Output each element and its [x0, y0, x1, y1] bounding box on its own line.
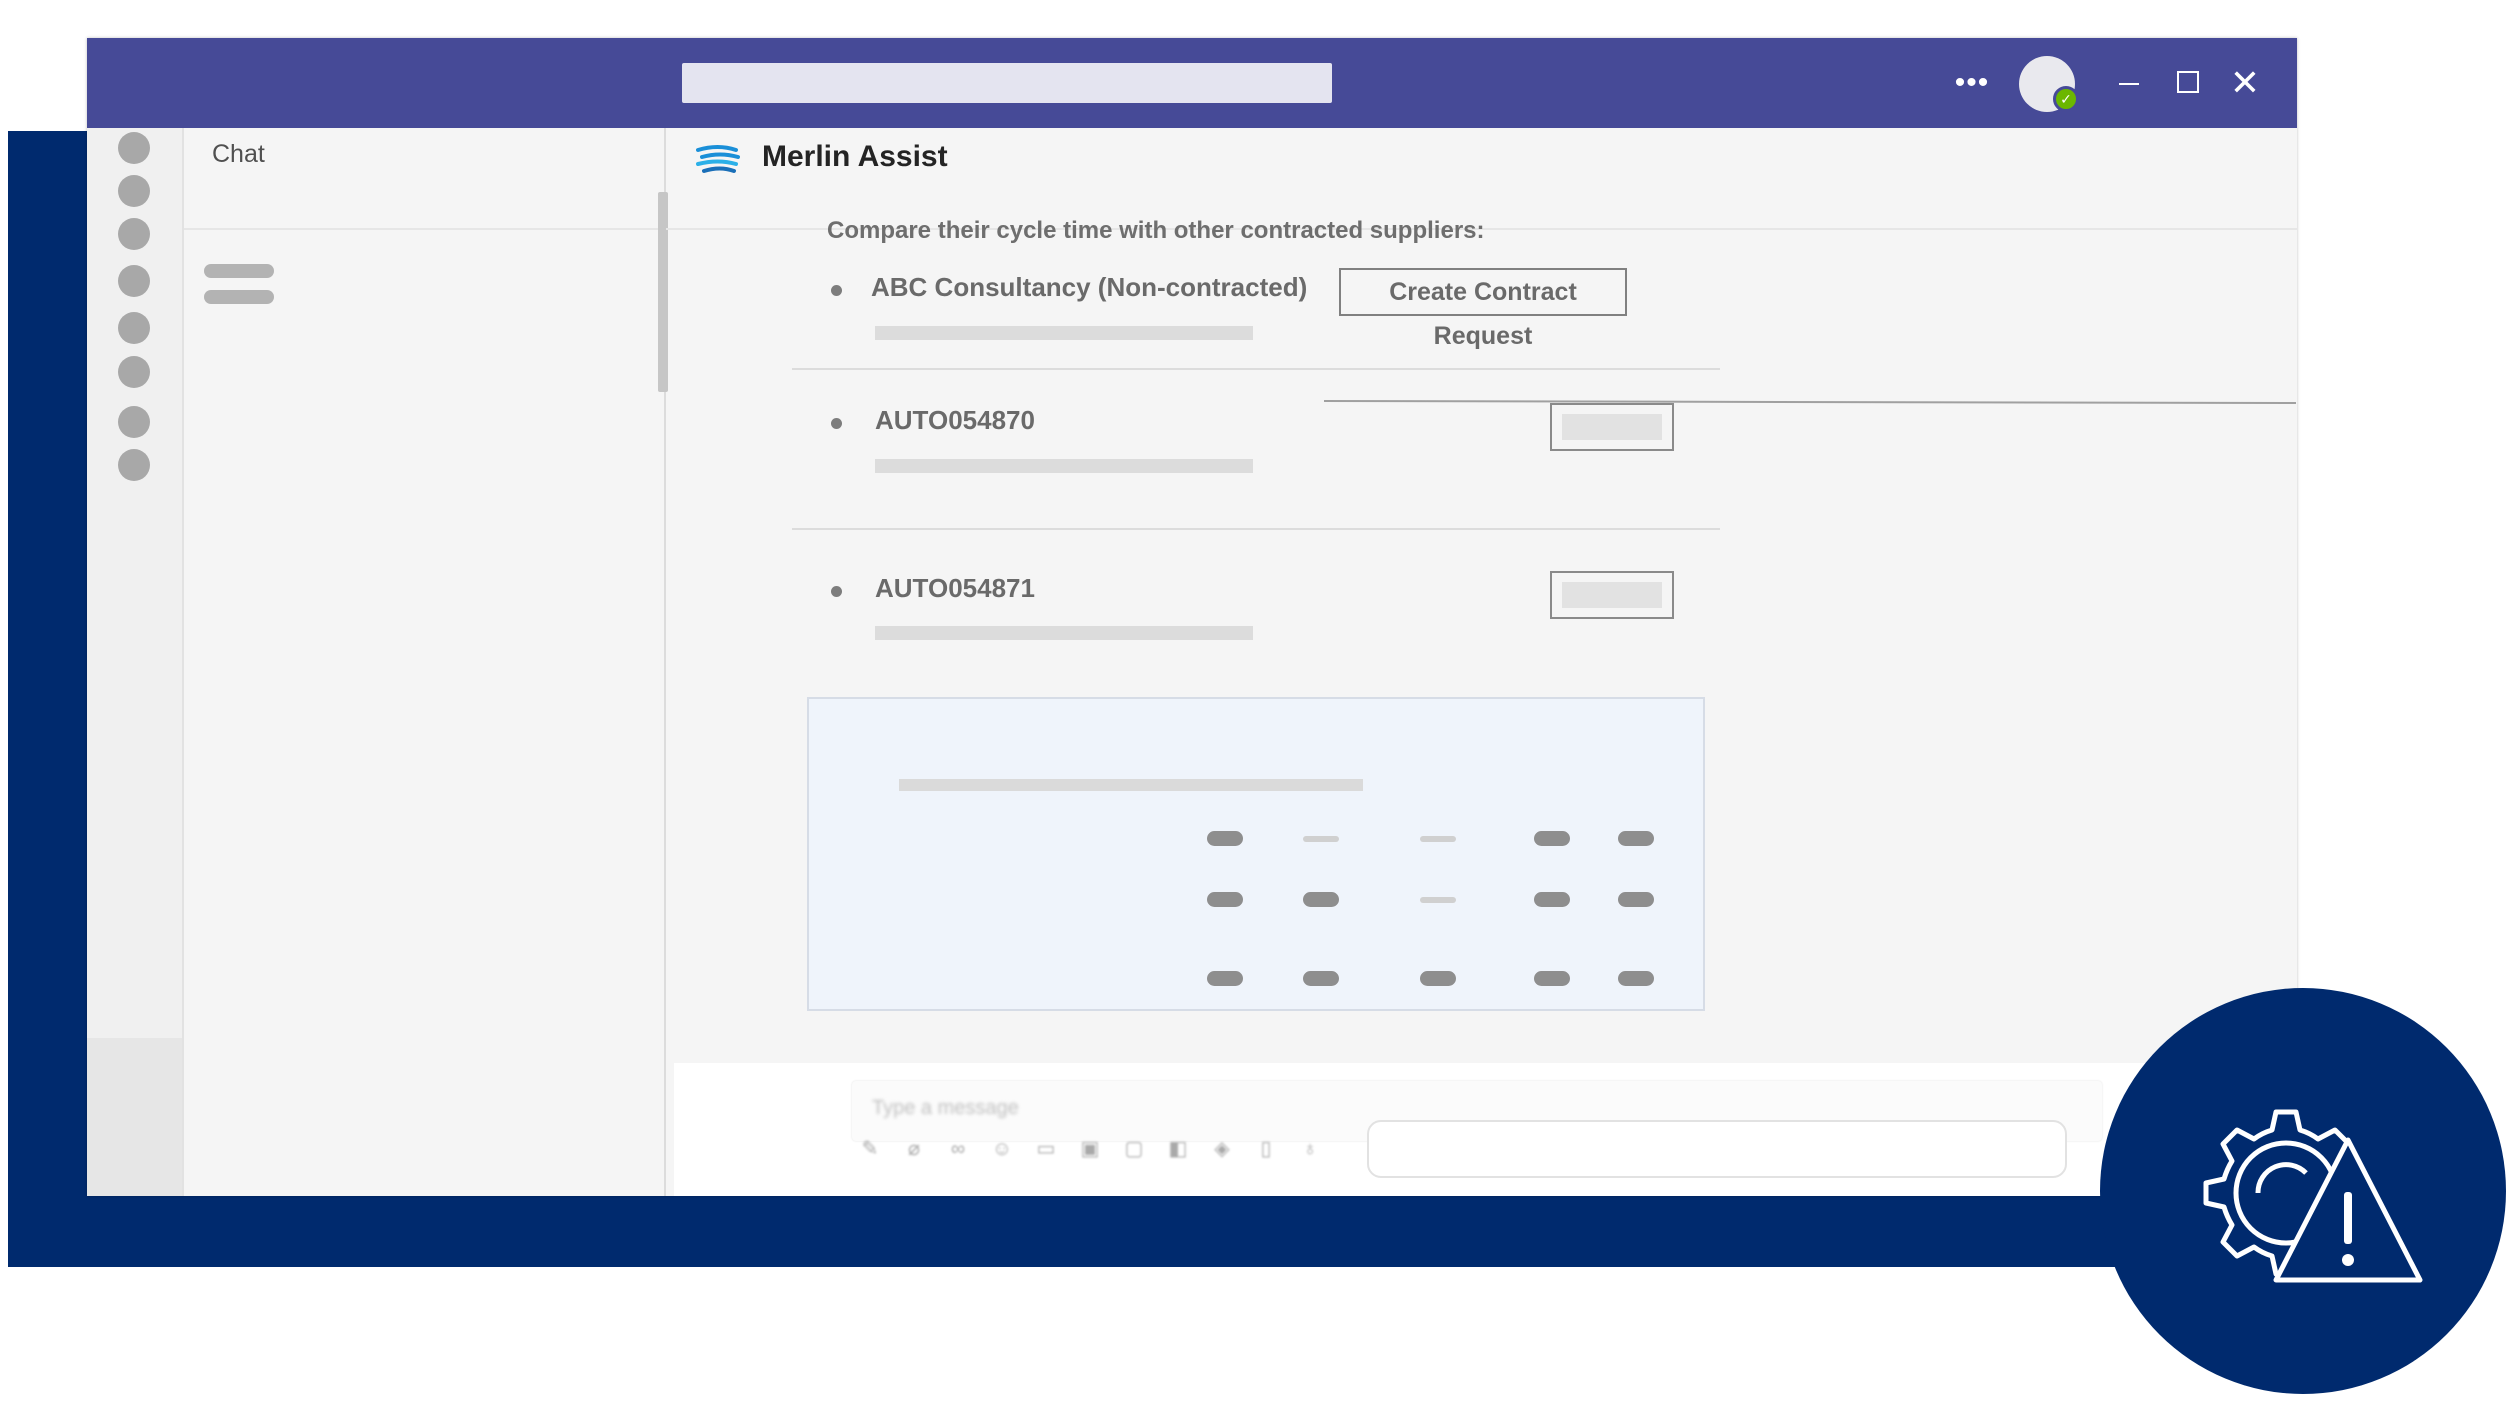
bullet [831, 586, 842, 597]
supplier-label: ABC Consultancy (Non-contracted) [871, 272, 1308, 302]
attach-icon[interactable]: ⌀ [901, 1136, 927, 1162]
supplier-action-button[interactable] [1550, 571, 1674, 619]
card-value-placeholder [1207, 892, 1243, 907]
card-value-placeholder [1534, 971, 1570, 986]
card-value-placeholder [1303, 836, 1339, 842]
supplier-action-button[interactable] [1550, 403, 1674, 451]
chat-list-pane: Chat [182, 128, 668, 1196]
emoji-icon[interactable]: ☺ [989, 1136, 1015, 1162]
supplier-label: AUTO054871 [875, 573, 1035, 603]
settings-warning-icon [2203, 1109, 2423, 1283]
card-value-placeholder [1420, 971, 1456, 986]
more-options-icon[interactable]: ♁ [1297, 1136, 1323, 1162]
maximize-icon[interactable] [2164, 58, 2214, 108]
bullet [831, 418, 842, 429]
app-name-title: Merlin Assist [762, 140, 948, 173]
rail-apps-icon[interactable] [118, 406, 150, 438]
conversation-header: Merlin Assist [666, 128, 2297, 228]
supplier-detail-placeholder [875, 459, 1253, 473]
presence-available-icon: ✓ [2053, 86, 2079, 112]
card-value-placeholder [1534, 831, 1570, 846]
chat-list-item-placeholder[interactable] [204, 264, 274, 278]
rail-footer [87, 1038, 182, 1196]
title-search-bar[interactable] [682, 63, 1332, 103]
title-bar: ••• ✓ ✕ [87, 38, 2297, 128]
minimize-icon[interactable] [2104, 58, 2154, 108]
reply-input[interactable] [1367, 1120, 2067, 1178]
rail-more-icon[interactable] [118, 449, 150, 481]
rail-calendar-icon[interactable] [118, 265, 150, 297]
close-icon[interactable]: ✕ [2220, 58, 2270, 108]
card-value-placeholder [1303, 971, 1339, 986]
format-icon[interactable]: ✎ [857, 1136, 883, 1162]
compose-placeholder: Type a message [872, 1097, 1019, 1119]
card-value-placeholder [1207, 831, 1243, 846]
format-toolbar: ✎ ⌀ ∞ ☺ ▭ ▣ ▢ ◧ ◈ ▯ ♁ [857, 1136, 1337, 1176]
sticker-icon[interactable]: ▣ [1077, 1136, 1103, 1162]
bullet [831, 285, 842, 296]
link-icon[interactable]: ∞ [945, 1136, 971, 1162]
compare-prompt-text: Compare their cycle time with other cont… [827, 217, 1485, 244]
chat-pane-title: Chat [212, 140, 265, 168]
ellipsis-icon[interactable]: ••• [1947, 58, 1997, 108]
supplier-detail-placeholder [875, 326, 1253, 340]
summary-card [807, 697, 1705, 1011]
supplier-label: AUTO054870 [875, 405, 1035, 435]
card-value-placeholder [1420, 836, 1456, 842]
loop-icon[interactable]: ◈ [1209, 1136, 1235, 1162]
connector-line [1323, 400, 2296, 405]
card-value-placeholder [1618, 831, 1654, 846]
rail-activity-icon[interactable] [118, 132, 150, 164]
app-rail [87, 128, 182, 1196]
gif-icon[interactable]: ▭ [1033, 1136, 1059, 1162]
rail-calls-icon[interactable] [118, 312, 150, 344]
card-value-placeholder [1534, 892, 1570, 907]
praise-icon[interactable]: ▯ [1253, 1136, 1279, 1162]
divider [184, 228, 668, 230]
supplier-detail-placeholder [875, 626, 1253, 640]
app-window: ••• ✓ ✕ Chat Merlin Assist Compare their… [87, 38, 2297, 1196]
divider [792, 528, 1720, 530]
card-title-placeholder [899, 779, 1363, 791]
create-contract-request-button[interactable]: Create Contract Request [1339, 268, 1627, 350]
meet-icon[interactable]: ▢ [1121, 1136, 1147, 1162]
merlin-logo-icon [696, 145, 740, 173]
card-value-placeholder [1618, 971, 1654, 986]
rail-teams-icon[interactable] [118, 218, 150, 250]
rail-files-icon[interactable] [118, 356, 150, 388]
rail-chat-icon[interactable] [118, 175, 150, 207]
card-value-placeholder [1618, 892, 1654, 907]
divider [792, 368, 1720, 370]
chat-list-item-placeholder[interactable] [204, 290, 274, 304]
card-value-placeholder [1303, 892, 1339, 907]
card-value-placeholder [1207, 971, 1243, 986]
schedule-icon[interactable]: ◧ [1165, 1136, 1191, 1162]
card-value-placeholder [1420, 897, 1456, 903]
